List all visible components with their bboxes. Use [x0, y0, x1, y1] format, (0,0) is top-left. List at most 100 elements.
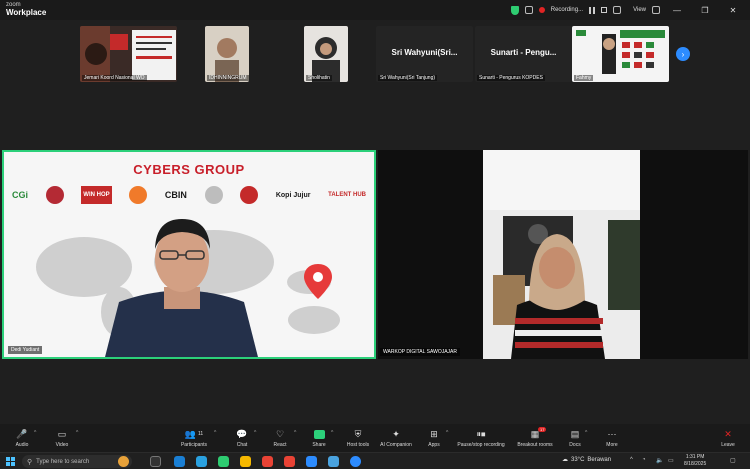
share-button[interactable]: Share	[297, 428, 341, 448]
logo-cgi: CGi	[12, 190, 29, 200]
participant-video-icon	[572, 26, 669, 82]
video-camera-icon: ▭	[57, 428, 67, 439]
share-options-caret-icon[interactable]: ^	[331, 430, 333, 436]
minimize-button[interactable]: —	[666, 0, 688, 20]
chrome-profile-icon[interactable]	[284, 456, 295, 467]
apps-button[interactable]: ⊞ Apps	[412, 428, 456, 449]
thumbnail-caption: IDHINNINGRUM	[207, 75, 249, 81]
chat-options-caret-icon[interactable]: ^	[254, 430, 256, 436]
info-icon[interactable]	[524, 6, 533, 14]
participant-video	[483, 150, 640, 359]
participants-count: 11	[198, 431, 204, 437]
thumbnail-participant[interactable]: Fahmy	[572, 26, 669, 82]
thumbnail-name: Sunarti - Pengu...	[490, 48, 557, 57]
notification-icon[interactable]: ▢	[730, 457, 736, 464]
brand-title: Workplace	[6, 8, 47, 17]
thumbnail-participant[interactable]: IDHINNINGRUM	[205, 26, 249, 82]
volume-icon[interactable]: 🔈	[656, 457, 663, 464]
participant-name-tag: WARKOP DIGITAL SAWOJAJAR	[380, 348, 460, 356]
logo-brothers-icon	[45, 186, 64, 204]
thumbnail-participant[interactable]: Sunarti - Pengu... Sunarti - Pengurus KO…	[475, 26, 572, 82]
whatsapp-icon[interactable]	[218, 456, 229, 467]
leave-icon: ✕	[724, 428, 732, 439]
heart-icon: ♡	[275, 428, 285, 439]
apps-icon: ⊞	[430, 428, 438, 439]
grid-view-icon[interactable]	[652, 6, 660, 14]
task-view-icon[interactable]	[150, 456, 161, 467]
pause-recording-icon[interactable]	[589, 6, 596, 14]
sparkle-icon: ✦	[392, 428, 400, 439]
active-speaker-video[interactable]: CYBERS GROUP CGi WIN HOP CBIN Kopi Jujur…	[2, 150, 376, 359]
title-bar: zoom Workplace Recording... View — ❐ ✕	[0, 0, 750, 20]
logo-kopijujur: Kopi Jujur	[275, 191, 311, 199]
zoom-meeting-icon[interactable]	[350, 456, 361, 467]
participants-button[interactable]: 👥 11 Participants	[172, 428, 216, 449]
meeting-toolbar: 🎤 Audio ^ ▭ Video ^ 👥 11 Participants ^ 💬…	[0, 424, 750, 452]
participants-icon: 👥 11	[184, 428, 204, 439]
title-bar-controls: Recording... View — ❐ ✕	[510, 0, 750, 20]
chrome-icon[interactable]	[262, 456, 273, 467]
logo-talenthub: TALENT HUB	[328, 192, 366, 198]
speaker-person-icon	[105, 219, 258, 357]
search-placeholder: Type here to search	[36, 458, 90, 465]
next-page-button[interactable]: ›	[676, 47, 690, 61]
logo-row: CGi WIN HOP CBIN Kopi Jujur TALENT HUB	[12, 184, 366, 206]
tray-chevron-icon[interactable]: ^	[630, 457, 633, 463]
photos-icon[interactable]	[328, 456, 339, 467]
share-screen-icon	[313, 428, 325, 440]
thumbnail-caption: Sunarti - Pengurus KOPDES	[477, 75, 545, 81]
file-explorer-icon[interactable]	[240, 456, 251, 467]
shield-icon: ⛨	[354, 428, 362, 439]
thumbnail-name: Sri Wahyuni(Sri...	[391, 48, 458, 57]
edge-icon[interactable]	[174, 456, 185, 467]
docs-options-caret-icon[interactable]: ^	[585, 430, 587, 436]
close-button[interactable]: ✕	[722, 0, 744, 20]
thumbnail-caption: Sholihatin	[306, 75, 332, 81]
network-icon[interactable]: ◔	[642, 457, 646, 463]
thumbnail-participant[interactable]: Sholihatin	[304, 26, 348, 82]
telegram-icon[interactable]	[196, 456, 207, 467]
taskbar-search-input[interactable]: ⚲ Type here to search	[22, 455, 132, 468]
taskbar-clock[interactable]: 1:31 PM 8/18/2025	[684, 454, 706, 468]
maximize-button[interactable]: ❐	[694, 0, 716, 20]
audio-button[interactable]: 🎤 Audio	[0, 428, 44, 449]
recording-label: Recording...	[550, 7, 584, 13]
pause-stop-recording-button[interactable]: ⏸⏹ Pause/stop recording	[457, 428, 504, 449]
breakout-badge: 17	[538, 427, 547, 432]
video-options-caret-icon[interactable]: ^	[76, 430, 78, 436]
weather-temp: 33°C	[571, 456, 585, 463]
participants-options-caret-icon[interactable]: ^	[214, 430, 216, 436]
balloon-icon	[118, 456, 129, 467]
logo-academy-icon	[129, 186, 148, 204]
audio-options-caret-icon[interactable]: ^	[34, 430, 36, 436]
more-icon: ⋯	[607, 428, 617, 439]
avatar-icon[interactable]	[613, 6, 622, 14]
thumbnail-participant[interactable]: Jemari Koord Nasional WO	[80, 26, 177, 82]
participant-video-panel[interactable]: WARKOP DIGITAL SAWOJAJAR	[378, 150, 748, 359]
zoom-app-icon[interactable]	[306, 456, 317, 467]
slide-title: CYBERS GROUP	[133, 162, 245, 177]
breakout-rooms-button[interactable]: ▦ Breakout rooms	[513, 428, 557, 449]
windows-start-icon[interactable]	[6, 457, 15, 466]
logo-cbin: CBIN	[164, 190, 187, 200]
pause-stop-icon: ⏸⏹	[476, 428, 486, 439]
shield-icon[interactable]	[510, 5, 519, 15]
participant-person-icon	[483, 150, 640, 359]
weather-widget[interactable]: ☁ 33°C Berawan	[562, 456, 611, 464]
language-icon[interactable]: ▭	[668, 457, 674, 464]
logo-kopiblockchain-icon	[240, 186, 259, 204]
more-button[interactable]: ⋯ More	[590, 428, 634, 449]
view-button[interactable]: View	[633, 7, 646, 13]
chat-icon: 💬	[236, 428, 248, 439]
leave-button[interactable]: ✕ Leave	[706, 428, 750, 449]
thumbnail-participant[interactable]: Sri Wahyuni(Sri... Sri Wahyuni(Sri Tanju…	[376, 26, 473, 82]
thumbnail-caption: Fahmy	[574, 75, 594, 81]
apps-options-caret-icon[interactable]: ^	[446, 430, 448, 436]
stop-recording-icon[interactable]	[601, 7, 608, 13]
thumbnail-caption: Sri Wahyuni(Sri Tanjung)	[378, 75, 438, 81]
logo-cybers11-icon	[204, 186, 223, 204]
chevron-right-icon: ›	[681, 49, 685, 59]
react-options-caret-icon[interactable]: ^	[294, 430, 296, 436]
logo-winhop: WIN HOP	[81, 186, 112, 204]
participant-video-icon	[304, 26, 348, 82]
